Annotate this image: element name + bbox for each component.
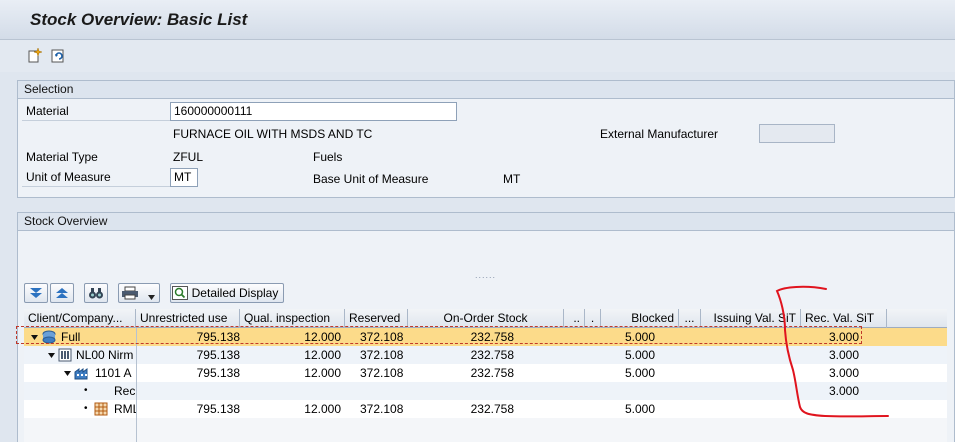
table-header: Client/Company... Unrestricted use Qual.…: [24, 309, 947, 328]
table-row[interactable]: • Rec 3.000: [24, 382, 947, 400]
row-label: RML: [114, 402, 136, 416]
qual-inspection-cell: 12.000: [304, 366, 341, 380]
column-divider: [136, 328, 137, 442]
qual-inspection-cell: 12.000: [304, 330, 341, 344]
column-header-issuing-val-sit[interactable]: Issuing Val. SiT: [701, 309, 801, 328]
collapse-node-icon[interactable]: [48, 346, 56, 364]
material-type-description: Fuels: [313, 150, 343, 164]
bullet-icon: •: [84, 385, 88, 396]
table-row[interactable]: NL00 Nirm 795.138 12.000 372.108 232.758…: [24, 346, 947, 364]
selection-group-title: Selection: [18, 81, 954, 99]
column-header-collapsed-3[interactable]: ...: [679, 309, 701, 328]
rec-val-sit-cell: 3.000: [828, 384, 859, 398]
column-header-client[interactable]: Client/Company...: [24, 309, 136, 328]
table-row[interactable]: 1101 A 795.138 12.000 372.108 232.758 5.…: [24, 364, 947, 382]
client-icon: [41, 328, 59, 346]
row-label: NL00 Nirm: [76, 348, 134, 362]
on-order-cell: 232.758: [470, 366, 514, 380]
column-header-collapsed-2[interactable]: .: [585, 309, 601, 328]
collapse-all-button[interactable]: [50, 283, 74, 303]
row-label: Full: [61, 330, 81, 344]
rec-val-sit-cell: 3.000: [828, 348, 859, 362]
base-unit-of-measure-value: MT: [503, 172, 521, 186]
base-unit-of-measure-label: Base Unit of Measure: [313, 172, 429, 186]
column-header-on-order[interactable]: On-Order Stock: [408, 309, 564, 328]
blocked-cell: 5.000: [624, 348, 655, 362]
on-order-cell: 232.758: [470, 348, 514, 362]
title-bar: Stock Overview: Basic List: [0, 0, 955, 40]
unrestricted-cell: 795.138: [196, 402, 240, 416]
column-header-blocked[interactable]: Blocked: [601, 309, 679, 328]
stock-overview-group-title: Stock Overview: [18, 213, 954, 231]
unrestricted-cell: 795.138: [196, 366, 240, 380]
detailed-display-label: Detailed Display: [191, 286, 279, 300]
blocked-cell: 5.000: [624, 402, 655, 416]
rec-val-sit-cell: 3.000: [828, 366, 859, 380]
unit-of-measure-label: Unit of Measure: [22, 169, 170, 187]
binoculars-icon: [89, 288, 103, 299]
on-order-cell: 232.758: [470, 402, 514, 416]
table-row[interactable]: Full 795.138 12.000 372.108 232.758 5.00…: [24, 328, 947, 346]
application-toolbar: [0, 40, 955, 72]
stock-overview-table: Client/Company... Unrestricted use Qual.…: [24, 309, 947, 442]
row-label: 1101 A: [95, 366, 132, 380]
splitter-handle[interactable]: ......: [475, 270, 496, 280]
unrestricted-cell: 795.138: [196, 330, 240, 344]
rec-val-sit-cell: [801, 400, 859, 418]
column-header-reserved[interactable]: Reserved: [345, 309, 408, 328]
external-manufacturer-label: External Manufacturer: [600, 127, 719, 141]
table-row[interactable]: • RML 795.138 12.000 372.108 232.758 5.0…: [24, 400, 947, 418]
collapse-node-icon[interactable]: [64, 364, 72, 382]
bullet-icon: •: [84, 403, 88, 414]
blocked-cell: 5.000: [624, 366, 655, 380]
column-header-rec-val-sit[interactable]: Rec. Val. SiT: [801, 309, 887, 328]
column-header-unrestricted[interactable]: Unrestricted use: [136, 309, 240, 328]
expand-all-button[interactable]: [24, 283, 48, 303]
material-field[interactable]: 160000000111: [170, 102, 457, 121]
find-button[interactable]: [84, 283, 108, 303]
material-description: FURNACE OIL WITH MSDS AND TC: [173, 127, 373, 141]
magnifier-icon: [171, 286, 188, 300]
collapse-all-icon: [56, 288, 68, 298]
printer-icon: [122, 286, 138, 300]
new-entry-icon[interactable]: [26, 46, 44, 64]
collapse-node-icon[interactable]: [31, 328, 39, 346]
blocked-cell: 5.000: [624, 330, 655, 344]
print-button[interactable]: [118, 283, 160, 303]
plant-icon: [74, 364, 92, 382]
row-label: Rec: [114, 384, 136, 398]
qual-inspection-cell: 12.000: [304, 348, 341, 362]
column-header-qual-inspection[interactable]: Qual. inspection: [240, 309, 345, 328]
qual-inspection-cell: 12.000: [304, 402, 341, 416]
detailed-display-button[interactable]: Detailed Display: [170, 283, 284, 303]
storage-location-icon: [94, 400, 110, 418]
unit-of-measure-field[interactable]: MT: [170, 168, 198, 187]
material-type-code: ZFUL: [173, 150, 203, 164]
column-header-collapsed-1[interactable]: ..: [564, 309, 585, 328]
chevron-down-icon: [148, 290, 155, 304]
material-label: Material: [22, 103, 170, 121]
refresh-icon[interactable]: [50, 46, 68, 64]
expand-all-icon: [30, 288, 42, 298]
external-manufacturer-field[interactable]: [759, 124, 835, 143]
on-order-cell: 232.758: [470, 330, 514, 344]
unrestricted-cell: 795.138: [196, 348, 240, 362]
page-title: Stock Overview: Basic List: [30, 10, 248, 29]
company-icon: [58, 346, 74, 364]
rec-val-sit-cell: 3.000: [828, 330, 859, 344]
material-type-label: Material Type: [26, 150, 98, 164]
